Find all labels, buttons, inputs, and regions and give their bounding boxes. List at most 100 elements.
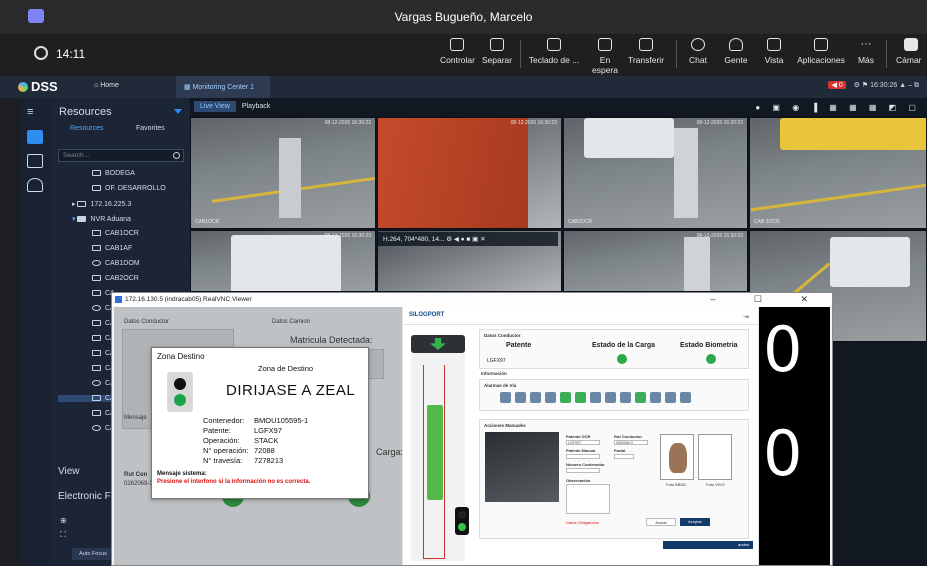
hold-button[interactable]: En espera	[586, 38, 624, 75]
kiosk-pole	[279, 138, 301, 218]
alarm-badge[interactable]: ◀ 0	[828, 81, 846, 89]
people-search-icon[interactable]	[27, 178, 43, 192]
transfer-button[interactable]: Transferir	[626, 38, 666, 65]
gate-diagram	[411, 335, 469, 561]
menu-icon[interactable]: ≡	[27, 106, 43, 118]
tree-item[interactable]: BODEGA	[92, 170, 135, 177]
vnc-remote-screen[interactable]: Datos Conductor Datos Camion Matricula D…	[114, 307, 830, 565]
truck-image	[231, 235, 341, 291]
home-tab[interactable]: ⌂ Home	[94, 82, 119, 89]
dss-logo: DSS	[18, 79, 58, 94]
resources-icon[interactable]	[27, 130, 43, 144]
stream-info-bar[interactable]: H.264, 704*480, 14... ⚙ ◀ ● ■ ▣ ✕	[378, 232, 558, 246]
tree-item[interactable]: CAB1DOM	[92, 260, 140, 267]
patente-ocr-field[interactable]: LGFX97	[566, 440, 600, 445]
tab-monitoring-center[interactable]: ▦ Monitoring Center 1	[176, 76, 270, 98]
anular-button[interactable]: Anular	[646, 518, 676, 526]
camera-icon	[92, 350, 101, 356]
vnc-title-bar[interactable]: 172.16.130.5 (indracab05) RealVNC Viewer…	[112, 293, 832, 307]
camera-tile[interactable]: 08-12-2026 16:30:23 CAB2OCR	[563, 117, 748, 229]
grid-icon[interactable]	[27, 154, 43, 168]
chevron-down-icon[interactable]	[174, 109, 182, 114]
portal-footer: andes	[663, 541, 753, 549]
view-button[interactable]: Vista	[760, 38, 788, 65]
camera-button[interactable]: Cámar	[896, 38, 927, 65]
electronic-focus-label[interactable]: Electronic Fo	[58, 491, 116, 502]
tree-item[interactable]: CAB1OCR	[92, 230, 139, 237]
photo-bbdd	[660, 434, 694, 480]
header-clock: 16:30:26	[870, 82, 898, 89]
user-icon[interactable]: ⚙ ⚑	[854, 82, 870, 89]
tree-item[interactable]: ▸ 172.16.225.3	[72, 200, 131, 208]
window-controls[interactable]: ▲ – ⧉	[899, 82, 919, 89]
alarm-icon[interactable]	[650, 392, 661, 403]
apps-button[interactable]: Aplicaciones	[796, 38, 846, 65]
tab-playback[interactable]: Playback	[236, 101, 276, 112]
camera-tile[interactable]: 08-12-2026 16:30:23	[377, 117, 562, 229]
rut-field[interactable]: 0262069-3	[614, 440, 648, 445]
search-icon[interactable]	[173, 152, 180, 159]
tree-item[interactable]: CAB1AF	[92, 245, 132, 252]
control-button[interactable]: Controlar	[440, 38, 475, 65]
camera-icon	[92, 185, 101, 191]
alarm-icon[interactable]	[620, 392, 631, 403]
more-button[interactable]: ··· Más	[854, 38, 878, 65]
camera-tile[interactable]: 08-12-2026 16:30:23 CAB1OCR	[190, 117, 376, 229]
dome-camera-icon	[92, 425, 101, 431]
device-icon	[77, 201, 87, 207]
teams-title-bar: Vargas Bugueño, Marcelo	[0, 0, 927, 34]
truck-image	[584, 118, 674, 158]
camera-tile[interactable]: CAB 3OCR	[749, 117, 927, 229]
chat-button[interactable]: Chat	[684, 38, 712, 65]
dome-camera-icon	[92, 305, 101, 311]
tree-item[interactable]: ▾ NVR Aduana	[72, 215, 131, 223]
dialpad-button[interactable]: Teclado de ...	[528, 38, 580, 65]
view-toolbar[interactable]: ● ▣ ◉ ▐ ▦ ▦ ▦ ◩ ▢	[755, 103, 921, 112]
people-button[interactable]: Gente	[722, 38, 750, 65]
alarm-icon[interactable]	[530, 392, 541, 403]
alarm-icon[interactable]	[635, 392, 646, 403]
alarm-icon[interactable]	[500, 392, 511, 403]
view-icon	[767, 38, 781, 51]
zoom-icon[interactable]: ⊕	[60, 516, 67, 525]
system-message-text: Presione el interfono si la información …	[157, 479, 311, 485]
focus-icon[interactable]: ⛶	[60, 530, 66, 540]
autofocus-button[interactable]: Auto Focus	[72, 548, 114, 560]
camera-tile[interactable]: 08-12-2026 16:30:23	[190, 230, 376, 292]
traffic-light-icon	[455, 507, 469, 535]
alarm-icon[interactable]	[515, 392, 526, 403]
facial-field[interactable]	[614, 454, 634, 459]
window-controls[interactable]: – ☐ ✕	[710, 294, 826, 305]
tab-live-view[interactable]: Live View	[194, 101, 236, 112]
resource-search-input[interactable]: Search...	[58, 149, 184, 162]
camera-icon	[92, 395, 101, 401]
container-number-field[interactable]	[566, 468, 600, 473]
alarm-icon[interactable]	[575, 392, 586, 403]
aceptar-button[interactable]: Aceptar	[680, 518, 710, 526]
arrow-down-icon	[430, 338, 446, 350]
tree-item[interactable]: CAB2OCR	[92, 275, 139, 282]
camera-tile[interactable]: 08-12-2026 16:30:23	[563, 230, 748, 292]
destination-instruction: DIRIJASE A ZEAL	[226, 382, 356, 399]
alarms-box: Alarmas de Vía	[479, 379, 749, 411]
observation-field[interactable]	[566, 484, 610, 514]
alarm-icon[interactable]	[605, 392, 616, 403]
view-section-label[interactable]: View	[58, 466, 80, 477]
camera-icon	[92, 320, 101, 326]
alarm-icon[interactable]	[680, 392, 691, 403]
alarm-icon[interactable]	[545, 392, 556, 403]
alarm-icon[interactable]	[590, 392, 601, 403]
alarm-icon[interactable]	[560, 392, 571, 403]
tree-item[interactable]: OF. DESARROLLO	[92, 185, 166, 192]
popout-button[interactable]: Separar	[480, 38, 514, 65]
patente-manual-field[interactable]	[566, 454, 600, 459]
logout-icon[interactable]: ⇥	[743, 313, 749, 321]
transfer-icon	[639, 38, 653, 51]
caller-name: Vargas Bugueño, Marcelo	[394, 10, 533, 24]
tab-resources[interactable]: Resources	[70, 125, 103, 132]
camera-icon	[92, 170, 101, 176]
alarm-icon[interactable]	[665, 392, 676, 403]
tab-favorites[interactable]: Favorites	[136, 125, 165, 132]
dss-header: DSS ⌂ Home ▦ Monitoring Center 1 ◀ 0 ⚙ ⚑…	[0, 76, 927, 98]
camera-icon	[92, 245, 101, 251]
